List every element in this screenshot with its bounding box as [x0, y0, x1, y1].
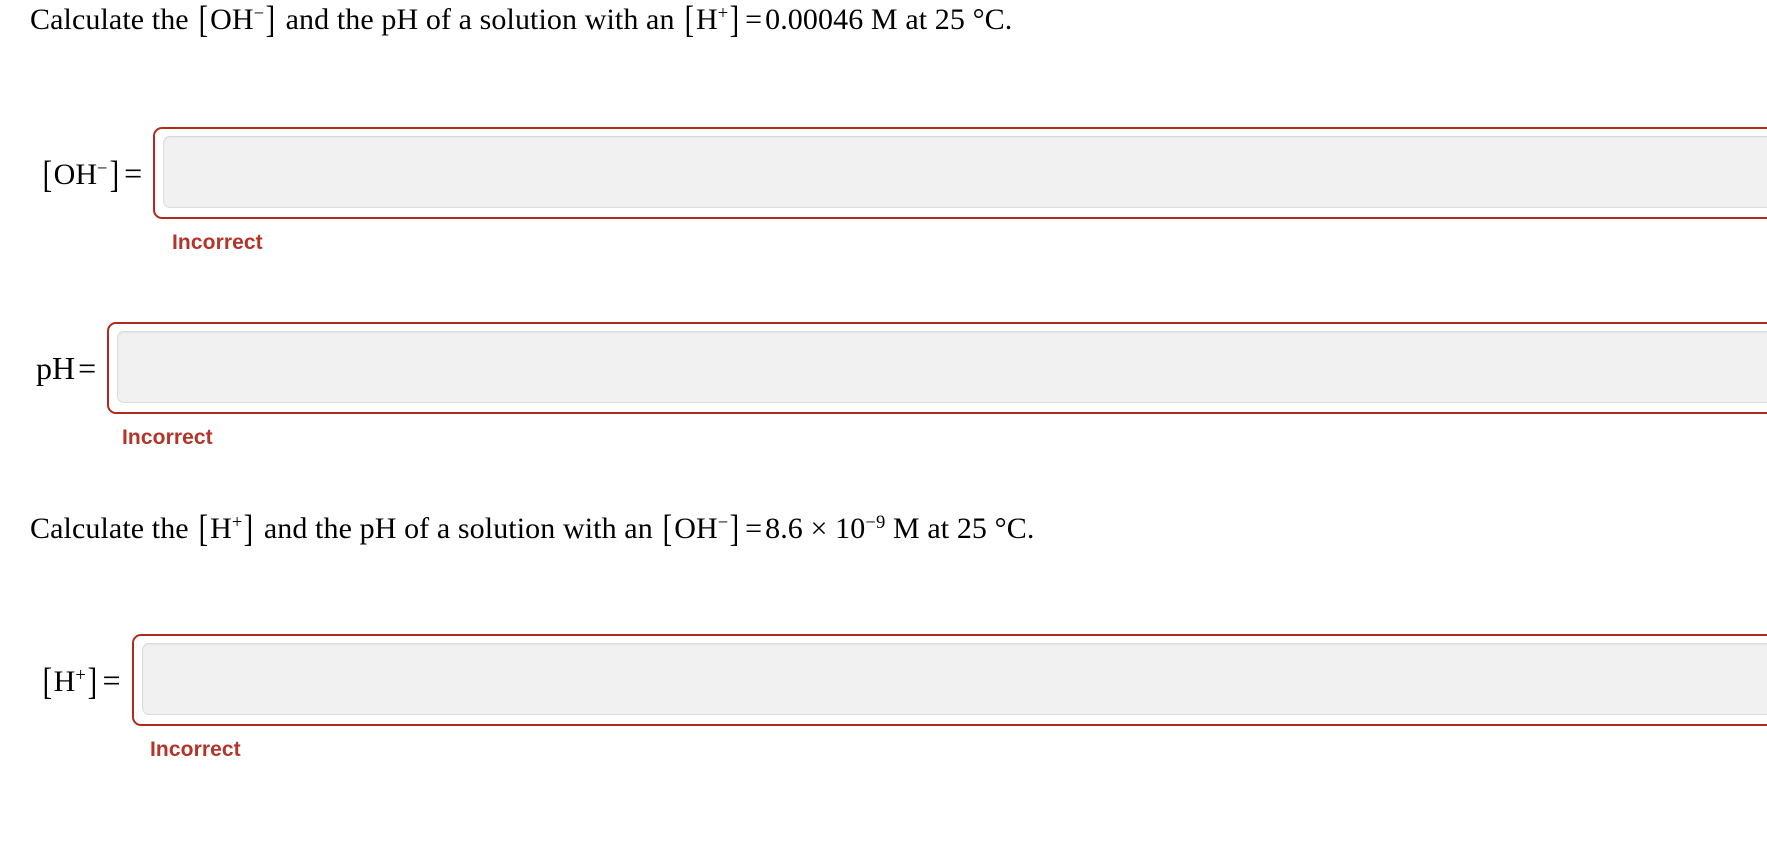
- question-1-species-find-symbol: OH: [210, 3, 254, 36]
- answer-input-hydroxide[interactable]: [163, 136, 1767, 208]
- question-1-species-given-symbol: H: [695, 3, 718, 36]
- question-2-mantissa: 8.6: [765, 512, 803, 545]
- question-1-temperature: 25 °C.: [934, 3, 1013, 36]
- answer-field-wrapper-ph-1[interactable]: [107, 322, 1767, 414]
- answer-row-hydroxide: [OH−] =: [40, 127, 1767, 219]
- label-equals: =: [102, 661, 121, 698]
- question-1-value: 0.00046: [765, 3, 864, 36]
- answer-row-ph-1: pH=: [36, 322, 1767, 414]
- question-1-species-given: [H+]: [684, 0, 740, 41]
- label-species-symbol: OH: [53, 157, 97, 191]
- question-1-middle: and the pH of a solution with an: [285, 3, 675, 36]
- answer-label-hydroxide: [OH−] =: [40, 153, 153, 196]
- label-species-hydrogen: [H+]: [42, 660, 97, 703]
- answer-field-wrapper-hydrogen[interactable]: [131, 634, 1767, 726]
- label-equals: =: [78, 349, 97, 386]
- feedback-ph-1: Incorrect: [122, 426, 213, 449]
- label-species-symbol: H: [53, 664, 76, 698]
- question-2-species-given-symbol: OH: [674, 512, 718, 545]
- feedback-hydroxide: Incorrect: [172, 231, 263, 254]
- question-2-at: at: [927, 512, 950, 545]
- question-1-species-given-charge: +: [717, 2, 729, 24]
- question-2-species-find-charge: +: [231, 511, 243, 533]
- question-2-times-icon: ×: [810, 512, 828, 545]
- feedback-hydrogen: Incorrect: [150, 738, 241, 761]
- question-2-species-find-symbol: H: [210, 512, 232, 545]
- label-ph-text: pH: [36, 349, 76, 386]
- answer-label-ph-1: pH=: [36, 350, 107, 387]
- question-2-base: 10: [835, 512, 866, 545]
- question-1-unit: M: [870, 3, 898, 36]
- question-2-species-find: [H+]: [198, 508, 254, 550]
- question-2-prompt: Calculate the [H+] and the pH of a solut…: [30, 508, 1035, 550]
- question-1-species-find-charge: −: [253, 2, 265, 24]
- label-species-charge: +: [75, 664, 86, 686]
- question-2-exponent: −9: [865, 511, 886, 533]
- question-2-unit: M: [892, 512, 920, 545]
- question-1-prompt: Calculate the [OH−] and the pH of a solu…: [30, 0, 1013, 41]
- question-2-equals: =: [745, 512, 763, 545]
- question-2-species-given: [OH−]: [663, 508, 740, 550]
- answer-input-hydrogen[interactable]: [141, 643, 1767, 715]
- question-2-lead: Calculate the: [30, 512, 189, 545]
- answer-label-hydrogen: [H+] =: [40, 660, 132, 703]
- answer-row-hydrogen: [H+] =: [40, 634, 1767, 726]
- exercise-page: Calculate the [OH−] and the pH of a solu…: [0, 0, 1767, 851]
- question-1-species-find: [OH−]: [198, 0, 276, 41]
- label-species-charge: −: [97, 157, 108, 179]
- answer-field-wrapper-hydroxide[interactable]: [153, 127, 1767, 219]
- label-species-hydroxide: [OH−]: [42, 153, 119, 196]
- question-2-temperature: 25 °C.: [956, 512, 1035, 545]
- question-1-equals: =: [745, 3, 763, 36]
- label-equals: =: [124, 154, 143, 191]
- question-2-species-given-charge: −: [717, 511, 729, 533]
- question-2-middle: and the pH of a solution with an: [263, 512, 653, 545]
- answer-input-ph-1[interactable]: [117, 331, 1767, 403]
- question-1-lead: Calculate the: [30, 3, 189, 36]
- question-1-at: at: [905, 3, 928, 36]
